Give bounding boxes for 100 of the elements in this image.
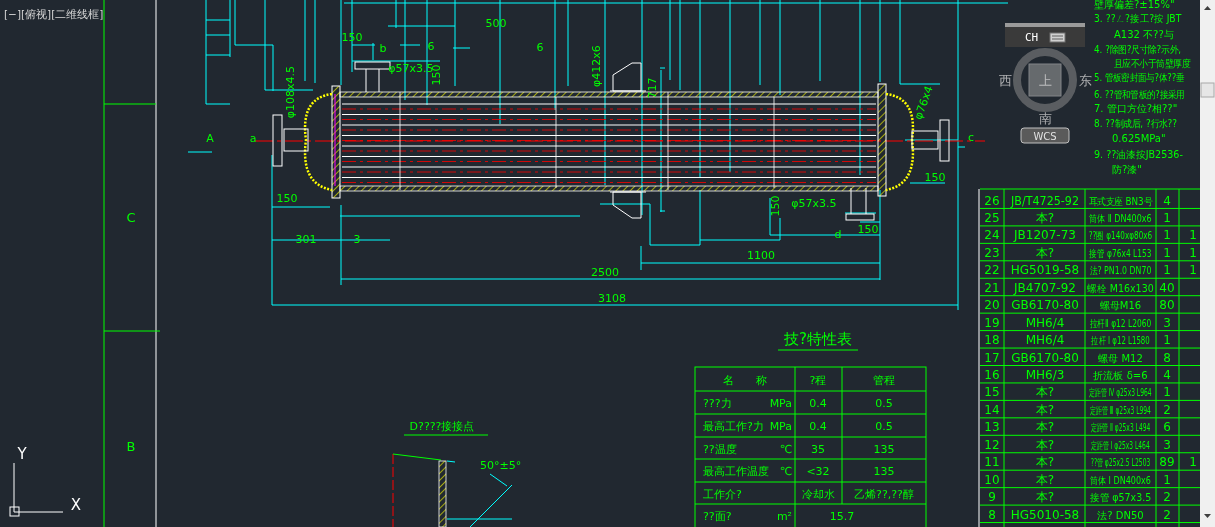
table-cell: 本?: [1035, 245, 1055, 260]
note-text: 9. ??油漆按JB2536-: [1094, 148, 1183, 161]
compass-label[interactable]: 西: [998, 73, 1012, 88]
keyboard-icon[interactable]: [1049, 32, 1066, 43]
table-cell: 2: [1163, 402, 1171, 417]
ime-language-label[interactable]: CH: [1025, 31, 1039, 44]
note-text: 4. ?除图?尺寸除?示外,: [1094, 43, 1181, 56]
table-cell: 2: [1163, 490, 1171, 505]
table-cell: 定距管 Ⅳ φ25x3 L964: [1089, 386, 1152, 399]
table-cell: HG5010-58: [1010, 507, 1080, 522]
table-cell: 本?: [1035, 402, 1055, 417]
dimension-label: a: [249, 132, 257, 145]
table-cell: 25: [984, 210, 1000, 225]
table-cell: 8: [988, 507, 996, 522]
table-cell: 0.5: [875, 420, 893, 433]
dimension-label: φ76x4: [911, 84, 936, 122]
note-text: A132 不??与: [1114, 29, 1174, 40]
ime-toolbar[interactable]: [1005, 23, 1085, 47]
table-cell: 2: [1163, 507, 1171, 522]
dimension-label: 1100: [747, 249, 775, 262]
table-cell: 1: [1189, 263, 1197, 278]
table-cell: 1: [1163, 333, 1171, 348]
dimension-label: 3108: [598, 292, 626, 305]
wcs-label[interactable]: WCS: [1033, 131, 1057, 142]
table-cell: 20: [984, 298, 1000, 313]
note-text: 6. ??管和管板的?接采用: [1094, 88, 1185, 101]
table-cell: 24: [984, 228, 1000, 243]
table-header: 管程: [873, 374, 895, 387]
dimension-label: φ108x4.5: [284, 65, 297, 119]
table-cell: 1: [1163, 263, 1171, 278]
table-cell: 22: [984, 263, 1000, 278]
table-cell: 17: [984, 350, 1000, 365]
table-cell: 0.5: [875, 397, 893, 410]
table-cell: 0.4: [809, 420, 827, 433]
table-cell: MPa: [769, 397, 792, 410]
dimension-label: 6: [536, 41, 544, 54]
table-cell: 定距管 Ⅱ φ25x3 L494: [1090, 421, 1151, 434]
table-cell: 9: [988, 490, 996, 505]
dimension-label: 150: [857, 223, 879, 236]
table-cell: 定距管 Ⅰ φ25x3 L464: [1091, 439, 1150, 452]
table-cell: 筒体 Ⅰ DN400x6: [1090, 474, 1151, 486]
table-cell: 螺母M16: [1099, 300, 1142, 312]
table-cell: 35: [811, 443, 825, 456]
note-text: 0.625MPa": [1112, 133, 1166, 144]
dimension-label: 3: [353, 233, 361, 246]
table-cell: 4: [1163, 193, 1171, 208]
table-cell: 18: [984, 333, 1000, 348]
table-cell: JB1207-73: [1014, 228, 1076, 243]
table-cell: 最高工作?力: [703, 420, 764, 433]
table-cell: 15: [984, 385, 1000, 400]
view-cube[interactable]: [1013, 48, 1077, 112]
dimension-label: 150: [924, 171, 946, 184]
note-text: 壁厚偏差?±15%": [1094, 0, 1175, 10]
dimension-label: A: [206, 132, 214, 145]
scrollbar[interactable]: [1200, 0, 1215, 527]
table-cell: ??圈 φ140xφ80x6: [1088, 230, 1153, 242]
table-cell: 工作介?: [703, 488, 742, 501]
viewport-controls-label[interactable]: [−][俯视][二维线框]: [4, 8, 104, 20]
compass-label[interactable]: 东: [1078, 73, 1092, 88]
table-cell: 13: [984, 420, 1000, 435]
table-cell: JB4707-92: [1014, 280, 1076, 295]
table-cell: 135: [873, 465, 895, 478]
table-cell: ??面?: [703, 510, 732, 523]
table-cell: 折流板 δ=6: [1093, 370, 1148, 381]
table-header: 名 称: [723, 374, 767, 387]
table-cell: 法? PN1.0 DN70: [1089, 265, 1152, 277]
wcs-menu[interactable]: [1020, 127, 1070, 144]
table-cell: 拉杆 Ⅰ φ12 L1580: [1091, 334, 1150, 347]
table-cell: 1: [1163, 385, 1171, 400]
table-cell: 23: [984, 245, 1000, 260]
table-cell: 1: [1189, 245, 1197, 260]
table-cell: <32: [806, 465, 830, 478]
table-cell: ??管 φ25x2.5 L2503: [1090, 456, 1151, 469]
table-cell: 1: [1163, 245, 1171, 260]
table-cell: 拉杆Ⅱ φ12 L2060: [1089, 317, 1152, 329]
dimension-label: b: [379, 42, 387, 55]
table-cell: 本?: [1035, 472, 1055, 487]
table-cell: 1: [1163, 210, 1171, 225]
note-text: 8. ??制成后, ?行水??: [1094, 117, 1178, 130]
dimension-label: 500: [485, 17, 507, 30]
note-text: 5. 管板密封面与?体??垂: [1094, 71, 1185, 84]
dimension-label: c: [967, 131, 975, 144]
table-cell: 16: [984, 368, 1000, 382]
table-cell: 14: [984, 402, 1000, 417]
table-cell: HG5019-58: [1010, 263, 1080, 278]
dimension-label: φ412x6: [590, 45, 603, 87]
table-cell: 135: [873, 443, 895, 456]
table-cell: 15.7: [829, 510, 855, 523]
table-cell: ???力: [703, 397, 732, 410]
table-cell: 接管 φ76x4 L153: [1089, 247, 1152, 260]
table-cell: ℃: [779, 465, 792, 478]
table-cell: 11: [984, 455, 1000, 470]
table-cell: 本?: [1035, 490, 1055, 505]
dimension-label: 2500: [591, 266, 619, 279]
table-cell: 4: [1163, 368, 1171, 382]
table-cell: 6: [1163, 420, 1171, 435]
compass-label[interactable]: 南: [1038, 111, 1052, 126]
table-cell: 3: [1163, 315, 1171, 330]
table-cell: 定距管 Ⅲ φ25x3 L994: [1090, 404, 1151, 417]
ucs-axis-icon: [9, 462, 64, 517]
